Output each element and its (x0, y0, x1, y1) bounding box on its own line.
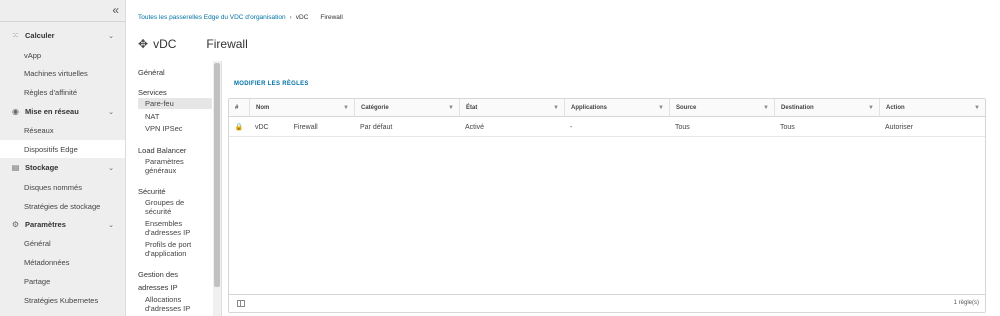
nav-item-strategies-kubernetes[interactable]: Stratégies Kubernetes (0, 291, 125, 309)
tree-item-pare-feu[interactable]: Pare-feu (138, 98, 212, 109)
column-header-applications[interactable]: Applications ▼ (564, 99, 669, 117)
left-navigation: « ⁙ Calculer ⌄ vApp Machines virtuelles … (0, 0, 126, 316)
column-header-categorie[interactable]: Catégorie ▼ (354, 99, 459, 117)
nav-section-calculer[interactable]: ⁙ Calculer ⌄ (0, 27, 125, 44)
nav-section-label: Mise en réseau (25, 107, 79, 116)
edge-settings-tree: Général Services Pare-feu NAT VPN IPSec … (138, 61, 222, 316)
filter-icon[interactable]: ▼ (553, 105, 559, 111)
cell-action: Autoriser (885, 123, 914, 131)
page-title: ✥ vDC Firewall (138, 37, 248, 51)
filter-icon[interactable]: ▼ (763, 105, 769, 111)
firewall-rules-grid: # Nom ▼ Catégorie ▼ État ▼ Applications ▼ So… (228, 98, 986, 313)
nav-item-regles-affinite[interactable]: Règles d'affinité (0, 83, 125, 101)
storage-icon: ▤ (11, 163, 20, 172)
column-header-nom[interactable]: Nom ▼ (249, 99, 354, 117)
page-title-prefix: vDC (153, 37, 177, 51)
grid-footer: 1 règle(s) (229, 294, 985, 312)
nav-item-disques-nommes[interactable]: Disques nommés (0, 178, 125, 196)
tree-item-groupes-securite[interactable]: Groupes de sécurité (138, 198, 212, 216)
nav-item-machines-virtuelles[interactable]: Machines virtuelles (0, 64, 125, 82)
cell-destination: Tous (780, 123, 795, 131)
cell-applications: - (570, 123, 573, 131)
nav-item-vapp[interactable]: vApp (0, 46, 125, 64)
move-icon: ✥ (138, 37, 149, 51)
cell-source: Tous (675, 123, 690, 131)
filter-icon[interactable]: ▼ (868, 105, 874, 111)
nav-section-mise-en-reseau[interactable]: ◉ Mise en réseau ⌄ (0, 103, 125, 120)
tree-scrollbar[interactable] (213, 61, 221, 316)
filter-icon[interactable]: ▼ (448, 105, 454, 111)
breadcrumb: Toutes les passerelles Edge du VDC d'org… (138, 13, 343, 21)
tree-item-profils-port[interactable]: Profils de port d'application (138, 240, 212, 258)
table-row[interactable]: 🔒 vDC Firewall Par défaut Activé - Tous T… (229, 117, 985, 137)
chevron-down-icon: ⌄ (108, 164, 114, 172)
breadcrumb-vdc: vDC (295, 13, 309, 21)
nav-section-label: Calculer (25, 31, 55, 40)
nav-item-dispositifs-edge[interactable]: Dispositifs Edge (0, 140, 125, 158)
network-icon: ◉ (12, 107, 19, 116)
nav-section-label: Paramètres (25, 220, 66, 229)
filter-icon[interactable]: ▼ (343, 105, 349, 111)
column-header-etat[interactable]: État ▼ (459, 99, 564, 117)
nav-section-label: Stockage (25, 163, 59, 172)
filter-icon[interactable]: ▼ (974, 105, 980, 111)
nav-item-reseaux[interactable]: Réseaux (0, 121, 125, 139)
cell-categorie: Par défaut (360, 123, 393, 131)
tree-item-parametres-generaux[interactable]: Paramètres généraux (138, 157, 212, 175)
tree-gestion-header-2: adresses IP (138, 283, 178, 292)
chevron-down-icon: ⌄ (108, 108, 114, 116)
rule-count: 1 règle(s) (953, 300, 979, 306)
page-title-name: Firewall (206, 37, 248, 51)
filter-icon[interactable]: ▼ (658, 105, 664, 111)
nav-item-partage[interactable]: Partage (0, 272, 125, 290)
tree-scrollbar-thumb[interactable] (214, 63, 220, 287)
nav-divider (0, 21, 125, 22)
tree-services-header: Services (138, 88, 167, 97)
tree-item-vpn-ipsec[interactable]: VPN IPSec (138, 124, 212, 134)
collapse-nav-icon[interactable]: « (112, 3, 119, 17)
column-header-destination[interactable]: Destination ▼ (774, 99, 879, 117)
nav-item-strategies-stockage[interactable]: Stratégies de stockage (0, 197, 125, 215)
breadcrumb-separator: › (289, 13, 292, 21)
lock-icon: 🔒 (234, 124, 244, 131)
breadcrumb-link-passerelles[interactable]: Toutes les passerelles Edge du VDC d'org… (138, 14, 286, 21)
cell-nom: vDC Firewall (255, 123, 318, 131)
chevron-down-icon: ⌄ (108, 221, 114, 229)
nav-section-parametres[interactable]: ⚙ Paramètres ⌄ (0, 216, 125, 233)
nav-item-metadonnees[interactable]: Métadonnées (0, 253, 125, 271)
column-header-number: # (235, 105, 239, 111)
column-toggle-icon[interactable] (237, 300, 245, 307)
redacted-block (308, 13, 321, 21)
breadcrumb-current: Firewall (320, 13, 343, 21)
tree-item-nat[interactable]: NAT (138, 112, 212, 122)
cell-etat: Activé (465, 123, 485, 131)
nav-item-general[interactable]: Général (0, 234, 125, 252)
tree-item-allocations-ip[interactable]: Allocations d'adresses IP (138, 295, 212, 313)
tree-general[interactable]: Général (138, 68, 165, 77)
chevron-down-icon: ⌄ (108, 32, 114, 40)
gear-icon: ⚙ (11, 220, 20, 229)
tree-load-balancer-header: Load Balancer (138, 146, 187, 155)
grid-header: # Nom ▼ Catégorie ▼ État ▼ Applications ▼ So… (229, 99, 985, 117)
modify-rules-button[interactable]: MODIFIER LES RÈGLES (234, 81, 309, 87)
tree-securite-header: Sécurité (138, 187, 166, 196)
tree-item-ensembles-ip[interactable]: Ensembles d'adresses IP (138, 219, 212, 237)
grid-icon: ⁙ (12, 31, 19, 40)
tree-gestion-header-1: Gestion des (138, 270, 179, 279)
column-header-source[interactable]: Source ▼ (669, 99, 774, 117)
column-header-action[interactable]: Action ▼ (879, 99, 985, 117)
nav-section-stockage[interactable]: ▤ Stockage ⌄ (0, 159, 125, 176)
